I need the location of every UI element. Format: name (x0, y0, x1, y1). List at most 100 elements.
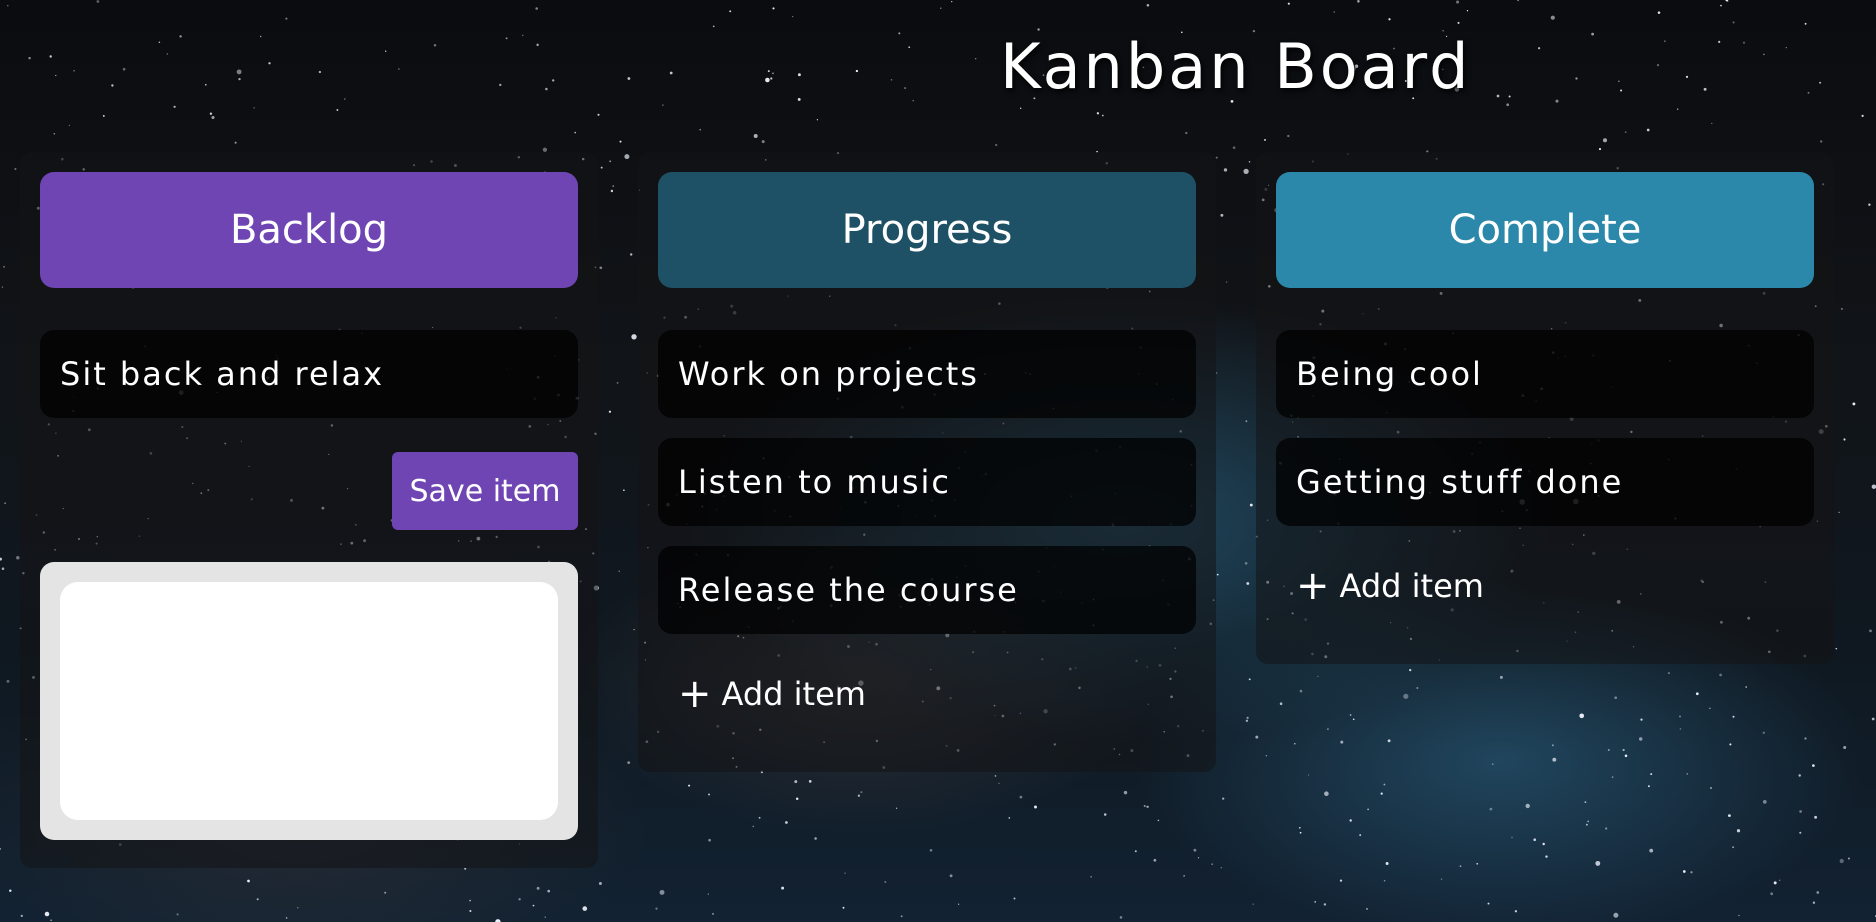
star (623, 489, 625, 492)
star (1649, 848, 1654, 853)
star (758, 816, 761, 819)
column-header-progress: Progress (658, 172, 1196, 288)
star (1624, 754, 1628, 758)
star (1248, 161, 1251, 163)
star (53, 133, 56, 135)
star (574, 131, 576, 134)
star (629, 253, 633, 256)
star (612, 185, 614, 187)
star (688, 784, 691, 787)
star (1183, 875, 1185, 877)
star (1729, 743, 1732, 746)
star (209, 112, 213, 115)
star (1738, 914, 1740, 917)
star (582, 906, 588, 911)
star (1299, 689, 1303, 693)
save-row: Save item (40, 452, 578, 530)
star (631, 334, 637, 340)
star (1816, 891, 1820, 894)
star (900, 915, 903, 918)
star (1605, 827, 1608, 830)
star (781, 886, 785, 890)
list-item[interactable]: Release the course (658, 546, 1196, 634)
add-item-label: Add item (721, 675, 866, 713)
star (1611, 776, 1614, 778)
star (1542, 842, 1545, 846)
star (1255, 735, 1259, 739)
item-text: Sit back and relax (60, 355, 385, 393)
star (68, 124, 71, 127)
star (1762, 800, 1767, 804)
star (1307, 774, 1310, 776)
star (1820, 140, 1823, 143)
plus-icon: + (1296, 563, 1330, 609)
star (234, 141, 237, 144)
star (1157, 819, 1160, 822)
star (1119, 916, 1123, 919)
star (1220, 213, 1224, 217)
item-text: Work on projects (678, 355, 979, 393)
star (1248, 678, 1251, 681)
star (1385, 862, 1389, 865)
star (708, 838, 711, 842)
star (1349, 714, 1352, 716)
column-title: Complete (1448, 207, 1642, 253)
star (627, 761, 631, 765)
star (285, 917, 288, 919)
list-item[interactable]: Sit back and relax (40, 330, 578, 418)
list-item[interactable]: Getting stuff done (1276, 438, 1814, 526)
list-item[interactable]: Work on projects (658, 330, 1196, 418)
star (20, 914, 23, 918)
star (1799, 831, 1802, 834)
star (1367, 808, 1369, 811)
star (1770, 892, 1774, 896)
list-item[interactable]: Listen to music (658, 438, 1196, 526)
star (633, 628, 635, 631)
star (1709, 707, 1711, 710)
star (297, 907, 299, 909)
star (1551, 744, 1554, 747)
star (1222, 797, 1225, 800)
star (1602, 138, 1608, 143)
star (1317, 675, 1319, 678)
add-item-editor (40, 562, 578, 840)
add-item-button[interactable]: + Add item (658, 664, 1196, 724)
star (1840, 307, 1843, 310)
star (1847, 857, 1850, 860)
star (1245, 719, 1249, 722)
add-item-button[interactable]: + Add item (1276, 556, 1814, 616)
column-header-complete: Complete (1276, 172, 1814, 288)
star (1686, 773, 1689, 775)
star (1586, 823, 1588, 826)
star (1211, 863, 1214, 866)
star (1835, 647, 1838, 650)
save-item-button[interactable]: Save item (392, 452, 578, 530)
star (1798, 774, 1801, 777)
star (1294, 742, 1296, 745)
star (1314, 901, 1316, 903)
star (609, 160, 612, 163)
star (1123, 790, 1128, 795)
star (1679, 715, 1681, 718)
star (814, 837, 817, 840)
star (1736, 829, 1741, 833)
star (1587, 820, 1590, 823)
star (842, 906, 845, 909)
star (761, 140, 765, 144)
star (1245, 420, 1248, 423)
list-item[interactable]: Being cool (1276, 330, 1814, 418)
star (619, 140, 622, 143)
star (1339, 879, 1343, 882)
star (1799, 810, 1802, 813)
star (1552, 757, 1557, 762)
star (753, 134, 758, 138)
star (1279, 702, 1283, 705)
star (3, 266, 5, 268)
star (1340, 740, 1344, 744)
star (9, 889, 12, 892)
star (1383, 783, 1386, 786)
star (1614, 696, 1618, 700)
star (794, 780, 798, 784)
add-item-textarea[interactable] (60, 582, 558, 820)
star (1287, 134, 1290, 138)
